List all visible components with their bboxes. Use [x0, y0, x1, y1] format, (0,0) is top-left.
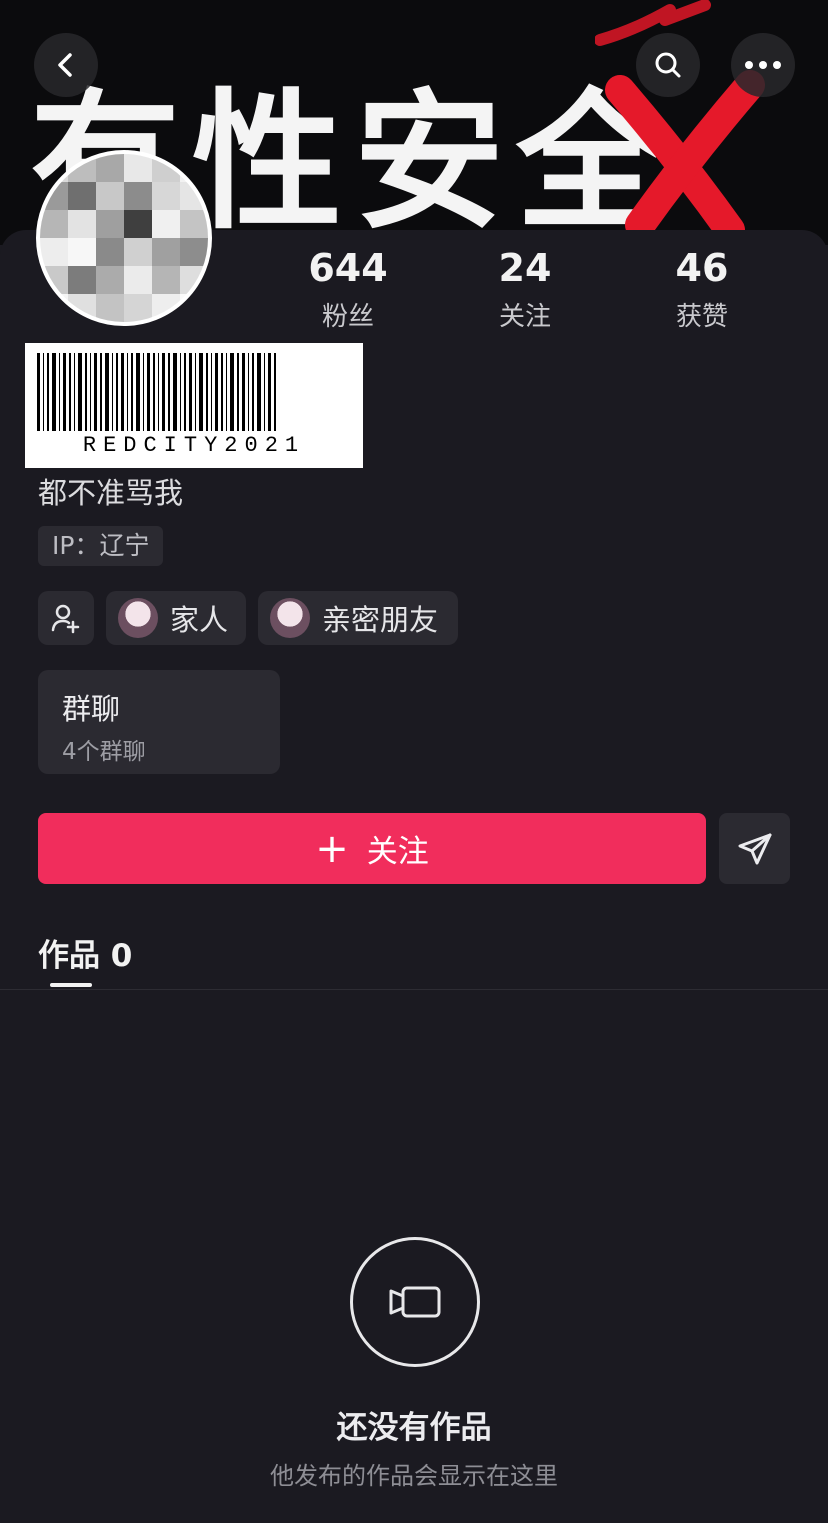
close-friends-avatar [270, 598, 310, 638]
family-label: 家人 [170, 603, 229, 637]
add-user-icon [51, 604, 80, 634]
stat-following[interactable]: 24 关注 [455, 248, 595, 333]
search-button[interactable] [636, 33, 700, 97]
add-friend-button[interactable] [38, 591, 94, 645]
close-friends-label: 亲密朋友 [322, 603, 439, 637]
more-button[interactable] [731, 33, 795, 97]
empty-state-title: 还没有作品 [336, 1410, 492, 1446]
video-camera-icon [389, 1286, 441, 1318]
group-chat-count: 4个群聊 [62, 739, 146, 765]
avatar[interactable] [36, 150, 212, 326]
close-friends-chip[interactable]: 亲密朋友 [258, 591, 458, 645]
stat-value: 24 [498, 246, 552, 290]
search-icon [655, 52, 681, 78]
family-chip[interactable]: 家人 [106, 591, 246, 645]
stat-likes[interactable]: 46 获赞 [632, 248, 772, 333]
empty-state-subtitle: 他发布的作品会显示在这里 [270, 1462, 558, 1490]
send-message-button[interactable] [719, 813, 790, 884]
barcode-bars [37, 353, 351, 431]
barcode-text: REDCITY2021 [25, 433, 363, 458]
stat-label: 获赞 [675, 302, 728, 332]
send-icon [738, 833, 771, 864]
follow-button[interactable]: + 关注 [38, 813, 706, 884]
follow-label: 关注 [366, 834, 429, 870]
stat-label: 粉丝 [321, 302, 374, 332]
barcode-overlay: REDCITY2021 [25, 343, 363, 468]
group-chat-card[interactable]: 群聊 4个群聊 [38, 670, 280, 774]
group-chat-title: 群聊 [62, 692, 121, 726]
family-avatar [118, 598, 158, 638]
ip-location-badge: IP：辽宁 [38, 526, 164, 566]
empty-state-icon [350, 1237, 480, 1367]
more-icon [745, 61, 781, 69]
stat-value: 46 [675, 246, 729, 290]
plus-icon: + [315, 825, 349, 872]
tab-indicator [50, 983, 92, 987]
profile-bio: 都不准骂我 [38, 476, 184, 510]
chevron-left-icon [58, 53, 72, 77]
tab-divider [0, 989, 828, 990]
tab-works[interactable]: 作品 0 [38, 930, 132, 975]
stat-value: 644 [308, 246, 388, 290]
stat-fans[interactable]: 644 粉丝 [278, 248, 418, 333]
stat-label: 关注 [498, 302, 551, 332]
back-button[interactable] [34, 33, 98, 97]
